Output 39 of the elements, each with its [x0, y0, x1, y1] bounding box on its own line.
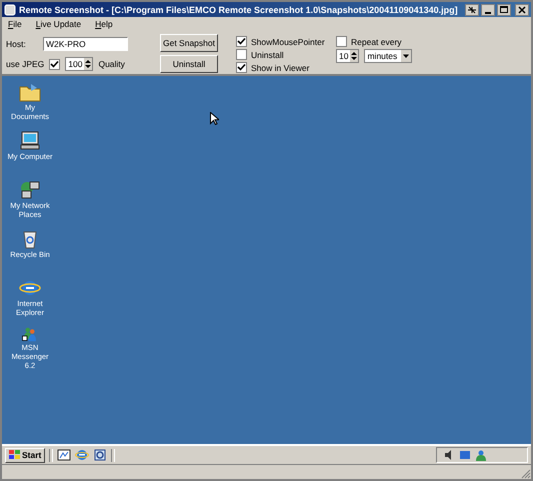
option-label: Uninstall	[251, 50, 284, 60]
sync-icon[interactable]	[93, 448, 108, 462]
spin-arrows-icon[interactable]	[350, 50, 358, 62]
unit-dropdown[interactable]: minutes	[364, 49, 412, 63]
menu-item[interactable]: File	[8, 19, 22, 31]
repeat-checkbox[interactable]	[336, 36, 347, 47]
resize-grip-icon[interactable]	[520, 468, 531, 479]
menu-item[interactable]: Help	[95, 19, 113, 31]
quality-label: Quality	[98, 59, 125, 69]
browser-icon[interactable]	[75, 448, 90, 462]
flag-icon	[9, 450, 21, 460]
spin-arrows-icon[interactable]	[84, 58, 92, 70]
maximize-button[interactable]	[497, 4, 511, 16]
quality-spinner[interactable]: 100	[65, 57, 94, 71]
minimize-button[interactable]	[481, 4, 495, 16]
action-button[interactable]: Get Snapshot	[160, 34, 218, 52]
window-title: Remote Screenshot - [C:\Program Files\EMCO Remote Screenshot 1.0\Snapshots\20041109041340.jpg]	[19, 4, 459, 14]
option-label: Show in Viewer	[251, 62, 310, 72]
browser-icon[interactable]	[19, 278, 41, 298]
close-button[interactable]	[515, 4, 529, 16]
host-label: Host:	[6, 39, 27, 49]
host-field[interactable]: W2K-PRO	[43, 37, 128, 51]
option-checkbox[interactable]	[236, 36, 247, 47]
repeat-label: Repeat every	[351, 36, 402, 46]
start-button[interactable]: Start	[5, 448, 46, 462]
option-checkbox[interactable]	[236, 49, 247, 60]
mouse-cursor-icon	[210, 112, 219, 125]
desktop-icon[interactable]	[57, 448, 72, 462]
computer-icon[interactable]	[19, 131, 41, 151]
jpeg-checkbox[interactable]	[49, 58, 60, 70]
option-checkbox[interactable]	[236, 62, 247, 73]
folder-icon[interactable]	[19, 82, 41, 102]
action-button[interactable]: Uninstall	[160, 55, 218, 73]
app-icon	[4, 4, 16, 16]
interval-spinner[interactable]: 10	[336, 49, 360, 63]
menu-item[interactable]: Live Update	[36, 19, 82, 31]
option-label: ShowMousePointer	[251, 36, 325, 46]
jpeg-label: use JPEG	[6, 59, 44, 69]
pin-button[interactable]	[465, 4, 479, 16]
